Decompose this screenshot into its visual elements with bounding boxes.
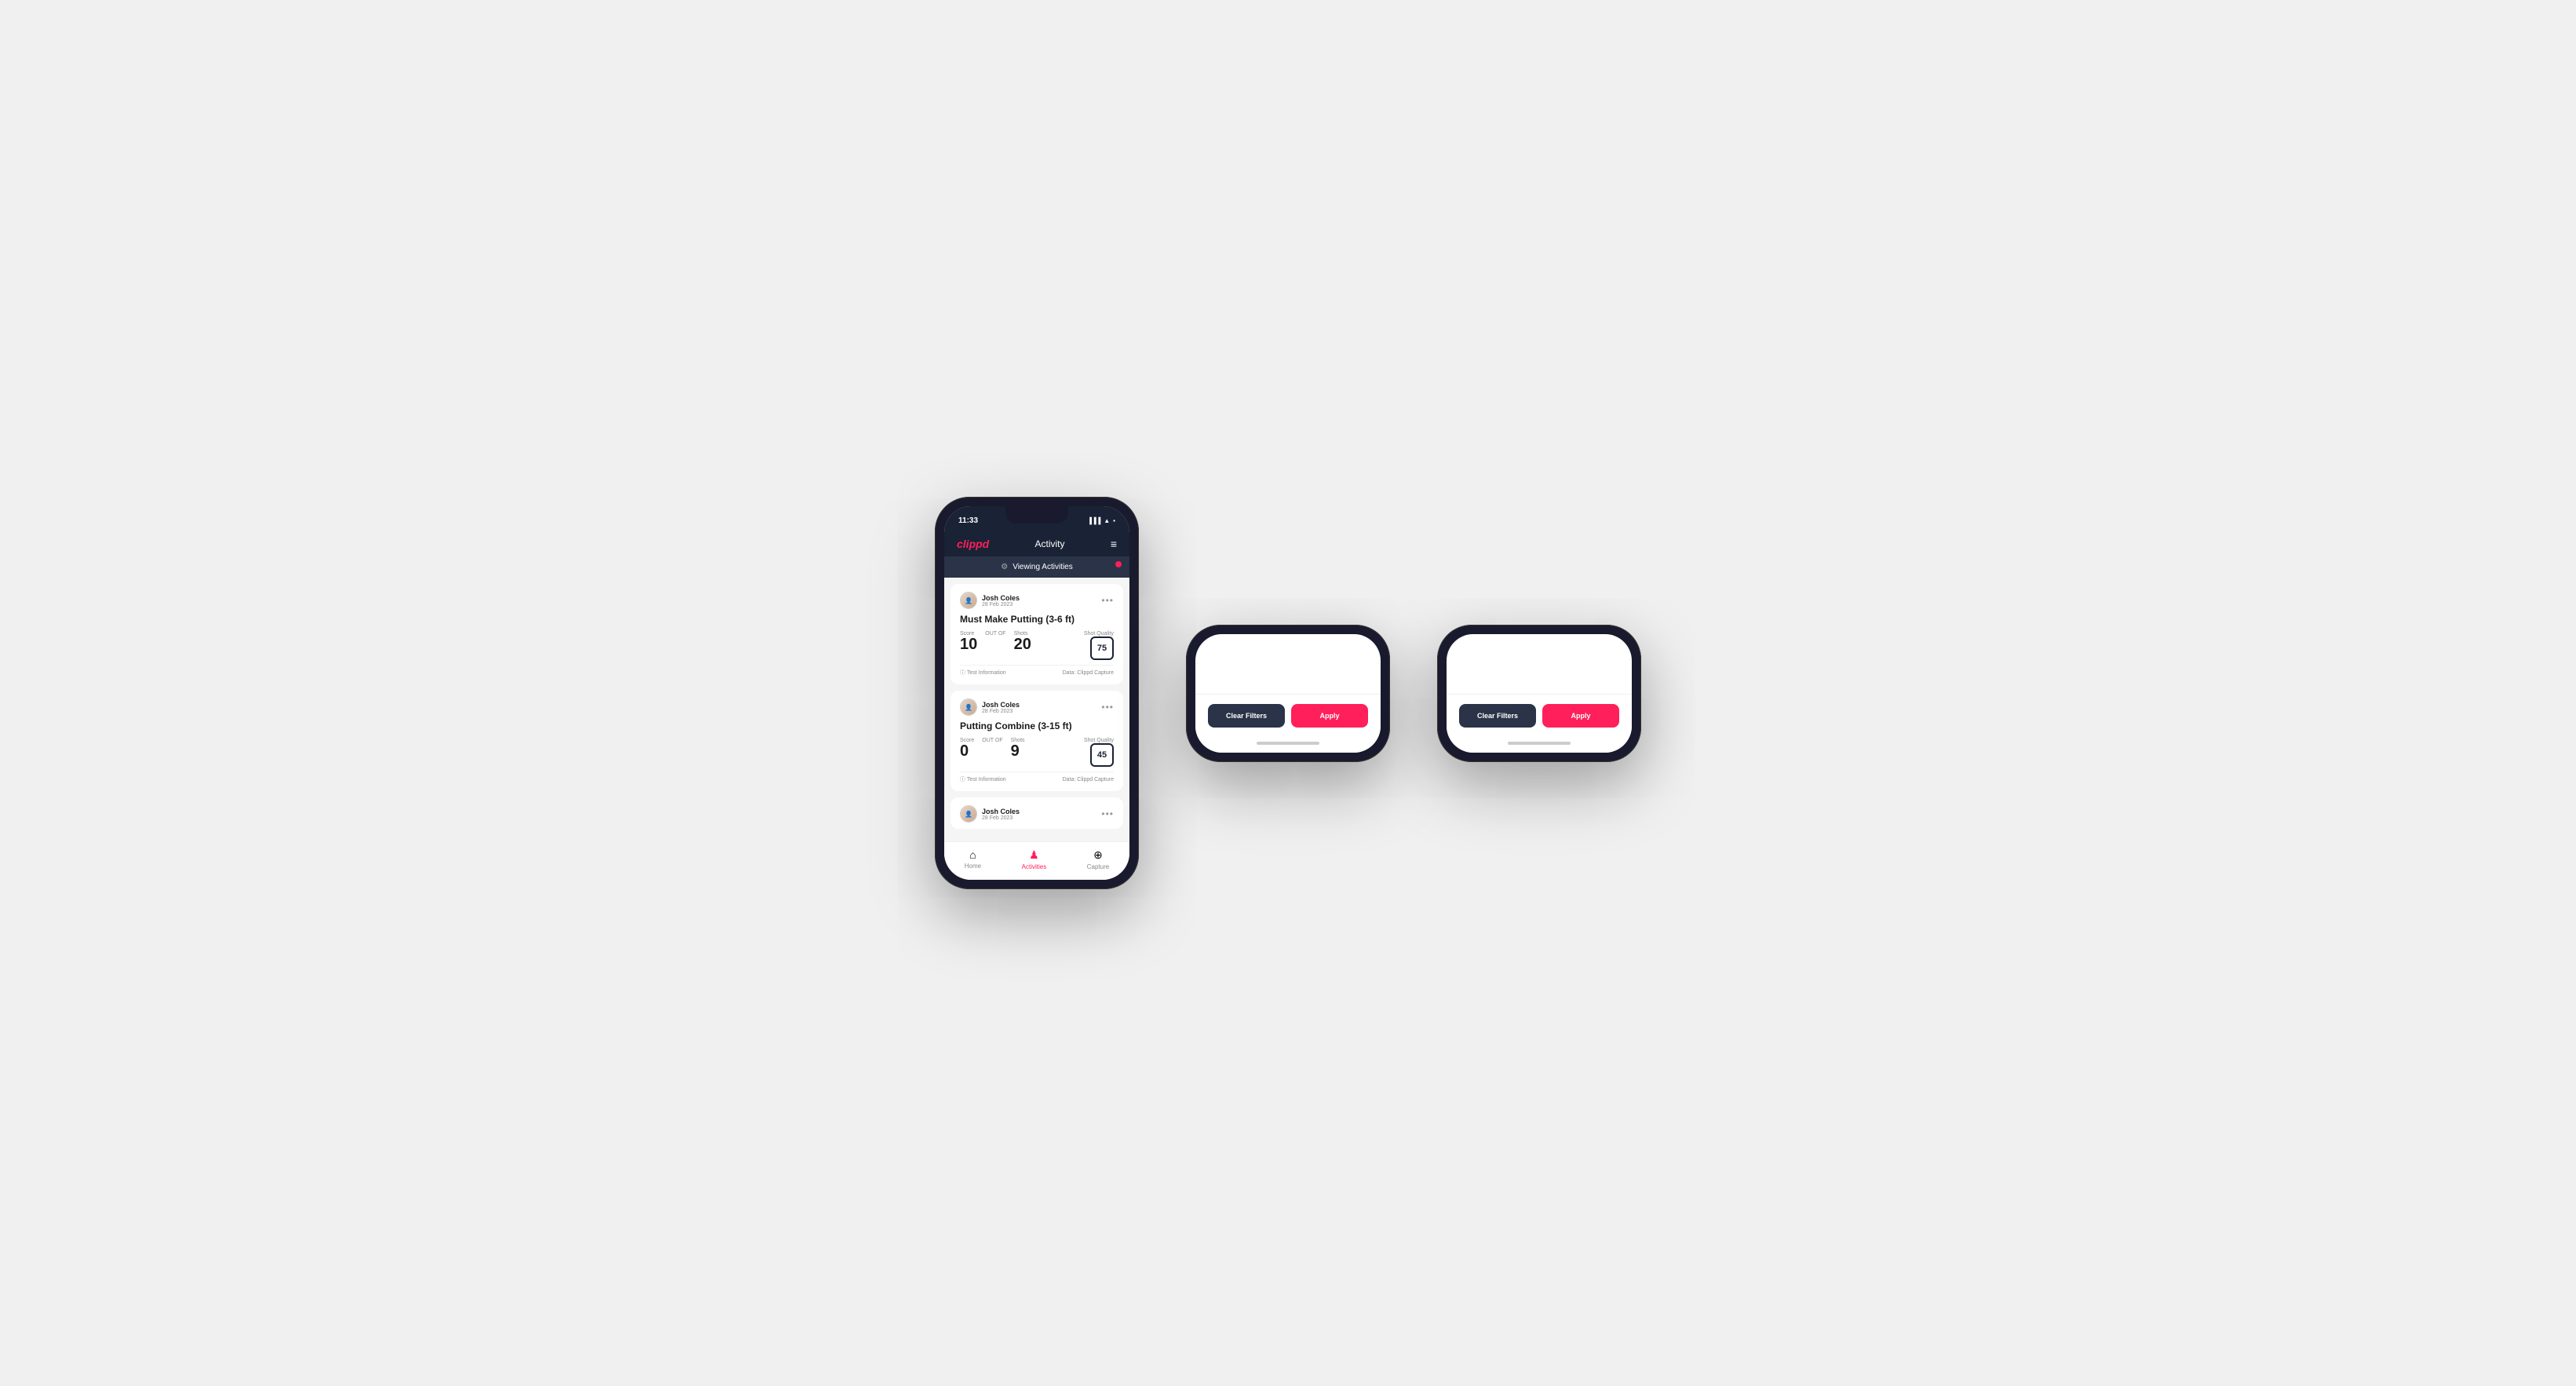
nav-bar: clippd Activity ≡ xyxy=(944,531,1129,556)
shot-quality-1: Shot Quality 75 xyxy=(1084,631,1114,660)
avatar-2: 👤 xyxy=(960,698,977,716)
more-dots-3[interactable]: ••• xyxy=(1101,808,1114,819)
card-title-2: Putting Combine (3-15 ft) xyxy=(960,720,1114,731)
shot-quality-2: Shot Quality 45 xyxy=(1084,738,1114,767)
user-name-1: Josh Coles xyxy=(982,594,1020,602)
tab-capture-label: Capture xyxy=(1087,863,1109,870)
clear-filters-btn-3[interactable]: Clear Filters xyxy=(1459,704,1536,728)
avatar-img-1: 👤 xyxy=(961,593,976,608)
home-indicator-2 xyxy=(1195,737,1381,753)
apply-btn-2[interactable]: Apply xyxy=(1291,704,1368,728)
footer-left-1: ⓘ Test Information xyxy=(960,669,1006,677)
filter-overlay-2: Filter ✕ Show Rounds Practice Drills Rou… xyxy=(1195,634,1381,753)
shots-value-1: 20 xyxy=(1014,636,1031,653)
tab-activities[interactable]: ♟ Activities xyxy=(1022,848,1047,870)
shots-value-2: 9 xyxy=(1011,742,1020,760)
out-of-1: OUT OF xyxy=(985,631,1005,636)
stats-row-1: Score 10 OUT OF Shots 20 Shot Quality 75 xyxy=(960,631,1114,660)
nav-title: Activity xyxy=(1035,538,1065,549)
card-header-3: 👤 Josh Coles 28 Feb 2023 ••• xyxy=(960,805,1114,822)
filter-footer-3: Clear Filters Apply xyxy=(1447,694,1632,737)
activity-list: 👤 Josh Coles 28 Feb 2023 ••• Must Make P… xyxy=(944,578,1129,841)
avatar-3: 👤 xyxy=(960,805,977,822)
activity-card-2[interactable]: 👤 Josh Coles 28 Feb 2023 ••• Putting Com… xyxy=(950,691,1123,791)
notch xyxy=(1005,506,1068,523)
home-indicator-3 xyxy=(1447,737,1632,753)
user-date-3: 28 Feb 2023 xyxy=(982,815,1020,821)
filter-settings-icon: ⚙ xyxy=(1001,563,1008,571)
bottom-tabs: ⌂ Home ♟ Activities ⊕ Capture xyxy=(944,841,1129,880)
score-value-1: 10 xyxy=(960,636,977,653)
home-bar-2 xyxy=(1257,742,1319,745)
user-info-3: 👤 Josh Coles 28 Feb 2023 xyxy=(960,805,1020,822)
tab-capture[interactable]: ⊕ Capture xyxy=(1087,848,1109,870)
home-icon: ⌂ xyxy=(969,848,976,861)
filter-overlay-3: Filter ✕ Show Rounds Practice Drills Pra… xyxy=(1447,634,1632,753)
stats-row-2: Score 0 OUT OF Shots 9 Shot Quality 45 xyxy=(960,738,1114,767)
phone-2-screen: 11:33 ▐▐▐ ▲ ▪ clippd Activity ≡ ⚙ Viewin… xyxy=(1195,634,1381,753)
user-details-1: Josh Coles 28 Feb 2023 xyxy=(982,594,1020,607)
filter-banner-text: Viewing Activities xyxy=(1013,563,1073,571)
capture-icon: ⊕ xyxy=(1093,848,1103,862)
home-bar-3 xyxy=(1508,742,1571,745)
user-details-2: Josh Coles 28 Feb 2023 xyxy=(982,701,1020,714)
out-of-2: OUT OF xyxy=(982,738,1002,743)
tab-home-label: Home xyxy=(965,863,981,870)
menu-icon[interactable]: ≡ xyxy=(1111,538,1117,550)
score-stat-1: Score 10 xyxy=(960,631,977,653)
clear-filters-btn-2[interactable]: Clear Filters xyxy=(1208,704,1285,728)
phone-1: 11:33 ▐▐▐ ▲ ▪ clippd Activity ≡ ⚙ Viewin… xyxy=(935,497,1139,889)
activities-icon: ♟ xyxy=(1029,848,1039,862)
user-date-1: 28 Feb 2023 xyxy=(982,602,1020,607)
filter-banner[interactable]: ⚙ Viewing Activities xyxy=(944,556,1129,578)
card-title-1: Must Make Putting (3-6 ft) xyxy=(960,614,1114,625)
filter-footer-2: Clear Filters Apply xyxy=(1195,694,1381,737)
card-header-1: 👤 Josh Coles 28 Feb 2023 ••• xyxy=(960,592,1114,609)
user-date-2: 28 Feb 2023 xyxy=(982,709,1020,714)
user-details-3: Josh Coles 28 Feb 2023 xyxy=(982,808,1020,821)
user-name-3: Josh Coles xyxy=(982,808,1020,815)
sq-badge-2: 45 xyxy=(1090,743,1114,767)
wifi-icon: ▲ xyxy=(1104,517,1110,524)
phone-1-screen: 11:33 ▐▐▐ ▲ ▪ clippd Activity ≡ ⚙ Viewin… xyxy=(944,506,1129,880)
activity-card-1[interactable]: 👤 Josh Coles 28 Feb 2023 ••• Must Make P… xyxy=(950,584,1123,684)
card-footer-2: ⓘ Test Information Data: Clippd Capture xyxy=(960,771,1114,783)
apply-btn-3[interactable]: Apply xyxy=(1542,704,1619,728)
card-header-2: 👤 Josh Coles 28 Feb 2023 ••• xyxy=(960,698,1114,716)
score-value-2: 0 xyxy=(960,742,969,760)
user-info-1: 👤 Josh Coles 28 Feb 2023 xyxy=(960,592,1020,609)
more-dots-1[interactable]: ••• xyxy=(1101,595,1114,606)
score-stat-2: Score 0 xyxy=(960,738,974,760)
footer-right-2: Data: Clippd Capture xyxy=(1063,777,1114,782)
sq-badge-1: 75 xyxy=(1090,636,1114,660)
card-footer-1: ⓘ Test Information Data: Clippd Capture xyxy=(960,665,1114,677)
battery-icon: ▪ xyxy=(1113,517,1115,524)
phone-2: 11:33 ▐▐▐ ▲ ▪ clippd Activity ≡ ⚙ Viewin… xyxy=(1186,625,1390,762)
status-icons: ▐▐▐ ▲ ▪ xyxy=(1087,517,1115,524)
user-name-2: Josh Coles xyxy=(982,701,1020,709)
tab-activities-label: Activities xyxy=(1022,863,1047,870)
tab-home[interactable]: ⌂ Home xyxy=(965,848,981,870)
shots-stat-2: Shots 9 xyxy=(1011,738,1025,760)
filter-dot xyxy=(1115,561,1122,567)
logo: clippd xyxy=(957,538,989,550)
activity-card-3[interactable]: 👤 Josh Coles 28 Feb 2023 ••• xyxy=(950,797,1123,829)
phone-3: 11:33 ▐▐▐ ▲ ▪ clippd Activity ≡ ⚙ Viewin… xyxy=(1437,625,1641,762)
more-dots-2[interactable]: ••• xyxy=(1101,702,1114,713)
sq-label-1: Shot Quality xyxy=(1084,631,1114,636)
shots-stat-1: Shots 20 xyxy=(1014,631,1031,653)
avatar-img-3: 👤 xyxy=(961,806,976,822)
phone-3-screen: 11:33 ▐▐▐ ▲ ▪ clippd Activity ≡ ⚙ Viewin… xyxy=(1447,634,1632,753)
sq-label-2: Shot Quality xyxy=(1084,738,1114,743)
footer-right-1: Data: Clippd Capture xyxy=(1063,670,1114,676)
user-info-2: 👤 Josh Coles 28 Feb 2023 xyxy=(960,698,1020,716)
signal-icon: ▐▐▐ xyxy=(1087,517,1100,524)
avatar-img-2: 👤 xyxy=(961,699,976,715)
scene: 11:33 ▐▐▐ ▲ ▪ clippd Activity ≡ ⚙ Viewin… xyxy=(888,450,1688,936)
footer-left-2: ⓘ Test Information xyxy=(960,775,1006,783)
avatar-1: 👤 xyxy=(960,592,977,609)
status-time: 11:33 xyxy=(958,516,978,525)
